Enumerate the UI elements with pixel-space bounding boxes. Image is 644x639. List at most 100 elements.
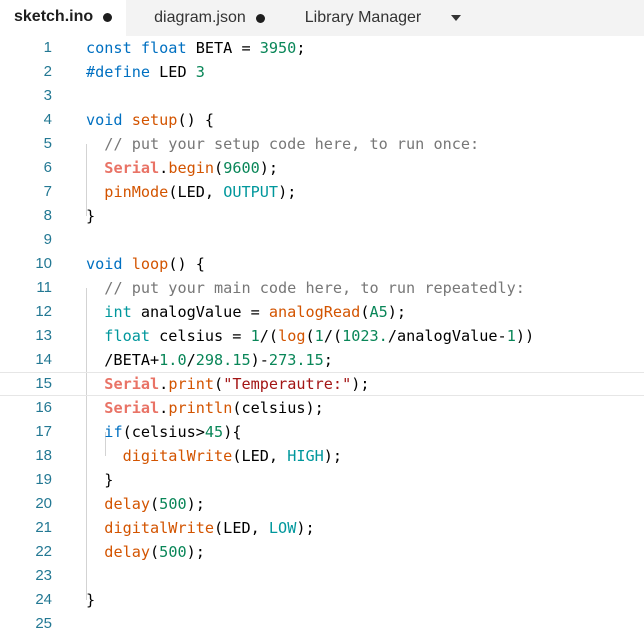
tab-label: sketch.ino: [14, 8, 94, 25]
line-number: 1: [43, 39, 52, 56]
unsaved-dot-icon: [255, 13, 265, 23]
code-line[interactable]: 22 delay(500);: [0, 540, 644, 564]
code-token: analogValue =: [131, 303, 269, 321]
code-token: /analogValue-: [387, 327, 507, 345]
code-token: }: [86, 591, 96, 609]
code-token: (: [150, 495, 160, 513]
code-line[interactable]: 21 digitalWrite(LED, LOW);: [0, 516, 644, 540]
line-number: 7: [43, 183, 52, 200]
code-line[interactable]: 13 float celsius = 1/(log(1/(1023./analo…: [0, 324, 644, 348]
code-token: );: [323, 447, 343, 465]
code-text: float celsius = 1/(log(1/(1023./analogVa…: [86, 324, 534, 348]
code-token: .: [159, 399, 169, 417]
code-token: "Temperautre:": [223, 375, 352, 393]
code-line[interactable]: 12 int analogValue = analogRead(A5);: [0, 300, 644, 324]
code-line[interactable]: 19 }: [0, 468, 644, 492]
code-line[interactable]: 18 digitalWrite(LED, HIGH);: [0, 444, 644, 468]
code-token: digitalWrite: [122, 447, 233, 465]
code-line[interactable]: 23: [0, 564, 644, 588]
line-number: 13: [35, 327, 52, 344]
code-line[interactable]: 14 /BETA+1.0/298.15)-273.15;: [0, 348, 644, 372]
code-line[interactable]: 9: [0, 228, 644, 252]
line-number: 11: [36, 279, 52, 296]
code-text: pinMode(LED, OUTPUT);: [86, 180, 296, 204]
code-token: (LED,: [232, 447, 288, 465]
code-token: )-: [250, 351, 269, 369]
code-token: );: [186, 543, 205, 561]
code-text: void setup() {: [86, 108, 214, 132]
code-token: );: [259, 159, 279, 177]
code-token: 1.0: [159, 351, 187, 369]
code-token: (LED,: [214, 519, 269, 537]
code-line[interactable]: 5 // put your setup code here, to run on…: [0, 132, 644, 156]
code-token: delay: [104, 495, 151, 513]
line-number: 23: [35, 567, 52, 584]
code-token: Serial: [104, 159, 160, 177]
code-token: /(: [259, 327, 279, 345]
code-text: Serial.print("Temperautre:");: [86, 373, 369, 395]
tab-label: Library Manager: [304, 9, 422, 26]
code-token: loop: [131, 255, 169, 273]
code-token: 500: [159, 543, 187, 561]
line-number: 9: [43, 231, 52, 248]
line-number: 4: [43, 111, 52, 128]
code-token: (: [150, 543, 160, 561]
tabs-dropdown-button[interactable]: [435, 0, 471, 36]
line-number: 25: [35, 615, 52, 632]
code-token: const: [86, 39, 132, 57]
code-editor[interactable]: 1 const float BETA = 3950; 2 #define LED 33…: [0, 36, 644, 639]
code-token: // put your main code here, to run repea…: [104, 279, 525, 297]
code-token: );: [387, 303, 407, 321]
code-line[interactable]: 8}: [0, 204, 644, 228]
code-token: );: [186, 495, 205, 513]
code-token: Serial: [104, 375, 160, 393]
code-token: /BETA+: [86, 351, 160, 369]
tab-sketch-ino[interactable]: sketch.ino: [0, 0, 127, 36]
code-line[interactable]: 16 Serial.println(celsius);: [0, 396, 644, 420]
code-token: }: [86, 207, 96, 225]
code-token: 9600: [223, 159, 260, 177]
editor-tab-bar: sketch.ino diagram.json Library Manager: [0, 0, 644, 36]
code-line[interactable]: 6 Serial.begin(9600);: [0, 156, 644, 180]
code-line[interactable]: 11 // put your main code here, to run re…: [0, 276, 644, 300]
code-text: digitalWrite(LED, LOW);: [86, 516, 314, 540]
code-token: (LED,: [168, 183, 224, 201]
code-text: // put your setup code here, to run once…: [86, 132, 479, 156]
code-token: A5: [369, 303, 388, 321]
code-line[interactable]: 4 void setup() {: [0, 108, 644, 132]
code-line[interactable]: 1 const float BETA = 3950;: [0, 36, 644, 60]
code-text: #define LED 3: [86, 60, 205, 84]
code-token: ;: [323, 351, 333, 369]
code-line[interactable]: 15 Serial.print("Temperautre:");: [0, 372, 644, 396]
code-line[interactable]: 2 #define LED 3: [0, 60, 644, 84]
line-number: 6: [43, 159, 52, 176]
code-token: 500: [159, 495, 187, 513]
code-line[interactable]: 20 delay(500);: [0, 492, 644, 516]
code-line[interactable]: 7 pinMode(LED, OUTPUT);: [0, 180, 644, 204]
tab-diagram-json[interactable]: diagram.json: [126, 0, 279, 36]
code-line[interactable]: 17 if(celsius>45){: [0, 420, 644, 444]
code-text: delay(500);: [86, 492, 205, 516]
code-token: #define: [86, 63, 151, 81]
code-token: void: [86, 111, 123, 129]
code-token: print: [168, 375, 215, 393]
tab-library-manager[interactable]: Library Manager: [279, 0, 436, 36]
code-token: setup: [131, 111, 178, 129]
code-token: LOW: [268, 519, 297, 537]
code-token: (celsius);: [232, 399, 324, 417]
code-line[interactable]: 3: [0, 84, 644, 108]
line-number: 12: [35, 303, 52, 320]
code-line[interactable]: 25: [0, 612, 644, 636]
code-token: .: [159, 159, 169, 177]
code-line[interactable]: 24}: [0, 588, 644, 612]
code-token: ){: [223, 423, 242, 441]
code-line[interactable]: 10 void loop() {: [0, 252, 644, 276]
code-token: (): [168, 255, 196, 273]
